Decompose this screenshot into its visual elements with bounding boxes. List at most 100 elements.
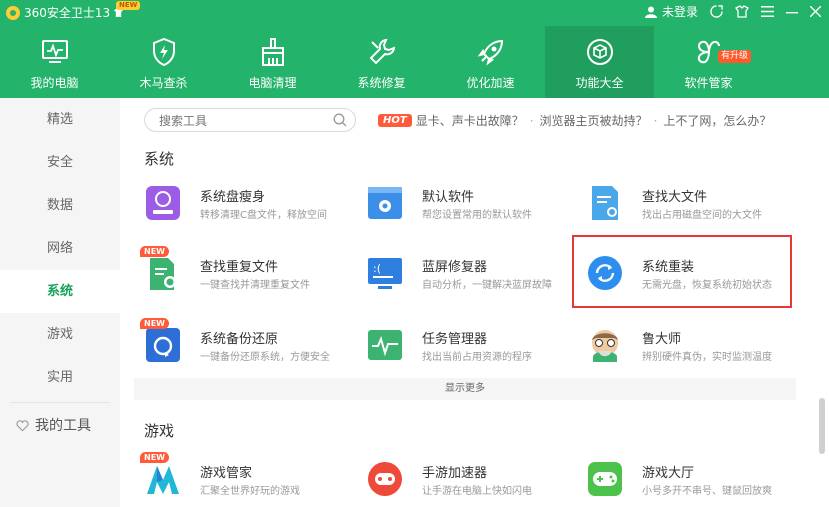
- tool-tile[interactable]: 鲁大师 辨别硬件真伪，实时监测温度: [586, 322, 786, 370]
- task-monitor-icon: [368, 330, 402, 360]
- broom-icon: [261, 38, 284, 66]
- sidebar-item-games[interactable]: 游戏: [0, 313, 120, 356]
- close-icon[interactable]: [810, 6, 821, 17]
- svg-text::(: :(: [373, 262, 381, 275]
- tool-desc: 一键备份还原系统，方便安全: [200, 352, 330, 363]
- tool-name: 游戏管家: [200, 466, 253, 481]
- tool-tile[interactable]: 查找大文件 找出占用磁盘空间的大文件: [586, 180, 786, 228]
- tool-tile[interactable]: NEW 系统备份还原 一键备份还原系统，方便安全: [140, 318, 344, 370]
- skin-shirt-icon[interactable]: [735, 5, 749, 18]
- refresh-status-icon[interactable]: [710, 5, 723, 18]
- tool-desc: 自动分析，一键解决蓝屏故障: [422, 280, 552, 291]
- monitor-icon: [41, 40, 68, 63]
- titlebar-controls: 未登录: [644, 3, 821, 20]
- sidebar-item-featured[interactable]: 精选: [0, 98, 120, 141]
- tool-name: 系统备份还原: [200, 332, 279, 347]
- login-link[interactable]: 未登录: [644, 3, 698, 20]
- my-tools-label: 我的工具: [35, 418, 91, 434]
- tool-desc: 辨别硬件真伪，实时监测温度: [642, 352, 772, 363]
- user-icon: [644, 6, 657, 18]
- cube-icon: [586, 39, 613, 65]
- tool-tile[interactable]: 系统盘瘦身 转移清理C盘文件，释放空间: [144, 180, 344, 228]
- scrollbar[interactable]: [819, 398, 825, 454]
- rocket-icon: [477, 39, 503, 66]
- tool-desc: 汇聚全世界好玩的游戏: [200, 486, 300, 497]
- tool-name: 蓝屏修复器: [422, 260, 488, 275]
- tool-name: 查找重复文件: [200, 260, 279, 275]
- tool-tile[interactable]: 默认软件 帮您设置常用的默认软件: [366, 180, 566, 228]
- tool-name: 手游加速器: [422, 466, 488, 481]
- login-text: 未登录: [661, 5, 698, 19]
- tool-desc: 找出当前占用资源的程序: [422, 352, 532, 363]
- hot-link[interactable]: 上不了网，怎么办？: [663, 112, 771, 129]
- tool-tile[interactable]: NEW 游戏管家 汇聚全世界好玩的游戏: [140, 452, 344, 504]
- tool-tile[interactable]: NEW 查找重复文件 一键查找并清理重复文件: [140, 246, 344, 298]
- nav-all-features[interactable]: 功能大全: [545, 26, 654, 98]
- tool-desc: 让手游在电脑上快如闪电: [422, 486, 532, 497]
- nav-label: 优化加速: [466, 76, 515, 90]
- tool-tile[interactable]: 手游加速器 让手游在电脑上快如闪电: [366, 456, 566, 504]
- hot-link[interactable]: 显卡、声卡出故障？: [416, 112, 524, 129]
- new-badge: NEW: [140, 318, 169, 329]
- settings-window-icon: [368, 187, 402, 219]
- mobile-game-icon: [368, 462, 402, 496]
- tool-name: 游戏大厅: [642, 466, 695, 481]
- tool-name: 任务管理器: [422, 332, 488, 347]
- sidebar: 精选 安全 数据 网络 系统 游戏 实用 我的工具: [0, 98, 120, 507]
- search-icon[interactable]: [333, 113, 347, 127]
- main-content: HOT 显卡、声卡出故障？ · 浏览器主页被劫持？ · 上不了网，怎么办？ 系统…: [120, 98, 829, 507]
- minimize-icon[interactable]: [786, 6, 798, 18]
- tool-tile[interactable]: :( 蓝屏修复器 自动分析，一键解决蓝屏故障: [366, 250, 566, 298]
- hot-separator: ·: [653, 113, 658, 128]
- main-nav: 我的电脑 木马查杀 电脑清理 系统修复 优化加速 功能大全 软件管家 有升级: [0, 26, 829, 98]
- nav-my-computer[interactable]: 我的电脑: [0, 26, 109, 98]
- app-title: 360安全卫士13: [24, 6, 111, 20]
- nav-label: 电脑清理: [248, 76, 297, 90]
- nav-label: 系统修复: [357, 76, 406, 90]
- title-bar: 360安全卫士13 NEW 未登录: [0, 0, 829, 26]
- file-search-icon: [592, 186, 618, 220]
- tool-name: 鲁大师: [642, 332, 682, 347]
- nav-software-manager[interactable]: 软件管家 有升级: [654, 26, 763, 98]
- menu-icon[interactable]: [761, 6, 774, 17]
- tool-tile[interactable]: 游戏大厅 小号多开不串号、键鼠回放爽: [586, 456, 786, 504]
- highlight-box: [572, 235, 792, 308]
- new-badge: NEW: [140, 452, 169, 463]
- tool-desc: 找出占用磁盘空间的大文件: [642, 210, 762, 221]
- new-badge: NEW: [140, 246, 169, 257]
- hot-link[interactable]: 浏览器主页被劫持？: [540, 112, 648, 129]
- tool-tile[interactable]: 任务管理器 找出当前占用资源的程序: [366, 322, 566, 370]
- tool-name: 查找大文件: [642, 190, 708, 205]
- nav-trojan-scan[interactable]: 木马查杀: [109, 26, 218, 98]
- nav-label: 功能大全: [575, 76, 624, 90]
- upgrade-badge: 有升级: [717, 50, 751, 63]
- nav-system-repair[interactable]: 系统修复: [327, 26, 436, 98]
- search-input[interactable]: [157, 113, 321, 129]
- section-title-system: 系统: [144, 150, 175, 168]
- nav-label: 软件管家: [684, 76, 733, 90]
- sidebar-item-data[interactable]: 数据: [0, 184, 120, 227]
- sidebar-divider: [10, 402, 110, 403]
- tool-desc: 一键查找并清理重复文件: [200, 280, 310, 291]
- shield-lightning-icon: [152, 38, 175, 66]
- tool-desc: 小号多开不串号、键鼠回放爽: [642, 486, 772, 497]
- gamepad-icon: [588, 462, 622, 496]
- game-manager-icon: [147, 466, 179, 494]
- bluescreen-icon: :(: [368, 258, 402, 289]
- nav-cleanup[interactable]: 电脑清理: [218, 26, 327, 98]
- duplicate-file-icon: [150, 258, 176, 290]
- nav-label: 木马查杀: [139, 76, 188, 90]
- sidebar-item-system[interactable]: 系统: [0, 270, 120, 313]
- nav-label: 我的电脑: [30, 76, 79, 90]
- search-box[interactable]: [144, 108, 356, 132]
- show-more-button[interactable]: 显示更多: [134, 378, 796, 400]
- sidebar-item-network[interactable]: 网络: [0, 227, 120, 270]
- sidebar-my-tools[interactable]: 我的工具: [0, 406, 120, 446]
- new-badge: NEW: [116, 1, 141, 10]
- sidebar-item-utilities[interactable]: 实用: [0, 356, 120, 399]
- app-window: 360安全卫士13 NEW 未登录 我的电脑 木马查杀 电脑清理 系统修复 优化…: [0, 0, 829, 507]
- brand: 360安全卫士13: [6, 4, 124, 21]
- hot-separator: ·: [529, 113, 534, 128]
- nav-optimize[interactable]: 优化加速: [436, 26, 545, 98]
- sidebar-item-security[interactable]: 安全: [0, 141, 120, 184]
